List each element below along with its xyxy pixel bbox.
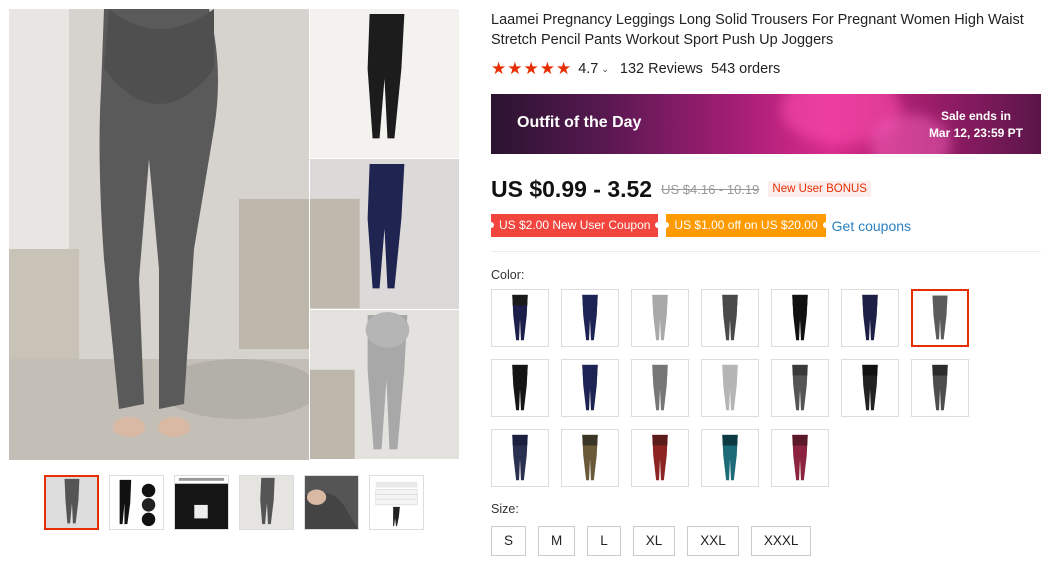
thumbnail-3[interactable] (174, 475, 229, 530)
color-swatch-9[interactable] (561, 359, 619, 417)
divider (491, 251, 1041, 252)
product-title: Laamei Pregnancy Leggings Long Solid Tro… (491, 12, 1024, 48)
legging-icon (932, 295, 948, 340)
legging-icon (932, 364, 948, 411)
reviews-link[interactable]: 132 Reviews (620, 61, 703, 77)
coupon-row: US $2.00 New User Coupon US $1.00 off on… (487, 213, 1046, 238)
legging-icon (652, 294, 668, 341)
color-swatch-11[interactable] (701, 359, 759, 417)
color-swatch-3[interactable] (631, 289, 689, 347)
side-image-black[interactable] (309, 9, 459, 160)
thumbnail-4-image (240, 476, 293, 529)
side-image-navy-illustration (310, 164, 405, 309)
side-image-lightgray-illustration (310, 311, 410, 459)
get-coupons-link[interactable]: Get coupons (832, 218, 911, 234)
thumbnail-6[interactable] (369, 475, 424, 530)
color-swatch-8[interactable] (491, 359, 549, 417)
legging-icon (652, 364, 668, 411)
thumbnail-6-image (375, 481, 418, 527)
thumbnail-1-image (46, 477, 97, 528)
thumbnail-strip (44, 475, 424, 530)
side-image-black-illustration (367, 13, 405, 139)
side-image-lightgray[interactable] (309, 309, 459, 460)
sale-countdown-label: Sale ends in (940, 109, 1011, 123)
main-image-illustration (9, 9, 309, 460)
main-product-image[interactable] (9, 9, 309, 460)
thumbnail-3-image (175, 476, 228, 529)
new-user-bonus-badge: New User BONUS (768, 181, 871, 197)
color-swatch-14[interactable] (911, 359, 969, 417)
side-image-navy[interactable] (309, 159, 459, 310)
rating-value[interactable]: 4.7 (578, 61, 598, 77)
thumbnail-5-image (305, 476, 358, 529)
legging-icon (722, 364, 738, 411)
size-option-xxxl[interactable]: XXXL (750, 526, 812, 556)
color-swatch-1[interactable] (491, 289, 549, 347)
color-swatch-10[interactable] (631, 359, 689, 417)
color-swatch-grid (491, 289, 1046, 487)
color-swatch-6[interactable] (841, 289, 899, 347)
rating-row: ★★★★★ 4.7 ⌄ 132 Reviews 543 orders (491, 59, 1046, 79)
legging-icon (792, 364, 808, 411)
new-user-coupon[interactable]: US $2.00 New User Coupon (487, 214, 662, 237)
legging-icon (862, 364, 878, 411)
legging-icon (792, 434, 808, 481)
orders-count: 543 orders (710, 61, 781, 77)
color-swatch-19[interactable] (771, 429, 829, 487)
product-gallery (9, 9, 459, 460)
size-label: Size: (491, 502, 519, 516)
color-swatch-17[interactable] (631, 429, 689, 487)
size-option-xxl[interactable]: XXL (687, 526, 739, 556)
sale-countdown-date: Mar 12, 23:59 PT (928, 126, 1023, 140)
color-swatch-18[interactable] (701, 429, 759, 487)
chevron-down-icon[interactable]: ⌄ (601, 64, 609, 75)
color-swatch-13[interactable] (841, 359, 899, 417)
size-options: S M L XL XXL XXXL (491, 526, 1046, 556)
size-option-xl[interactable]: XL (632, 526, 676, 556)
legging-icon (512, 364, 528, 411)
banner-title: Outfit of the Day (517, 114, 642, 131)
color-label: Color: (491, 268, 525, 282)
size-option-l[interactable]: L (587, 526, 621, 556)
legging-icon (582, 364, 598, 411)
original-price: US $4.16 - 10.19 (661, 181, 760, 197)
sale-countdown: Sale ends in Mar 12, 23:59 PT (929, 108, 1023, 142)
color-swatch-16[interactable] (561, 429, 619, 487)
current-price: US $0.99 - 3.52 (491, 175, 653, 202)
legging-icon (862, 294, 878, 341)
store-coupon[interactable]: US $1.00 off on US $20.00 (663, 214, 829, 237)
color-swatch-12[interactable] (771, 359, 829, 417)
side-images (309, 9, 459, 460)
color-swatch-7[interactable] (911, 289, 969, 347)
legging-icon (582, 294, 598, 341)
legging-icon (722, 434, 738, 481)
thumbnail-2[interactable] (109, 475, 164, 530)
color-swatch-2[interactable] (561, 289, 619, 347)
color-swatch-4[interactable] (701, 289, 759, 347)
product-info: Laamei Pregnancy Leggings Long Solid Tro… (487, 10, 1046, 556)
color-swatch-15[interactable] (491, 429, 549, 487)
thumbnail-5[interactable] (304, 475, 359, 530)
legging-icon (512, 434, 528, 481)
legging-icon (582, 434, 598, 481)
legging-icon (512, 294, 528, 341)
size-option-m[interactable]: M (538, 526, 576, 556)
thumbnail-2-image (119, 479, 156, 527)
size-option-s[interactable]: S (491, 526, 527, 556)
rating-stars: ★★★★★ (491, 59, 573, 78)
thumbnail-4[interactable] (239, 475, 294, 530)
promo-banner[interactable]: Outfit of the Day Sale ends in Mar 12, 2… (491, 94, 1041, 154)
legging-icon (652, 434, 668, 481)
legging-icon (792, 294, 808, 341)
price-row: US $0.99 - 3.52 US $4.16 - 10.19 New Use… (491, 174, 1046, 204)
thumbnail-1[interactable] (44, 475, 99, 530)
legging-icon (722, 294, 738, 341)
color-swatch-5[interactable] (771, 289, 829, 347)
